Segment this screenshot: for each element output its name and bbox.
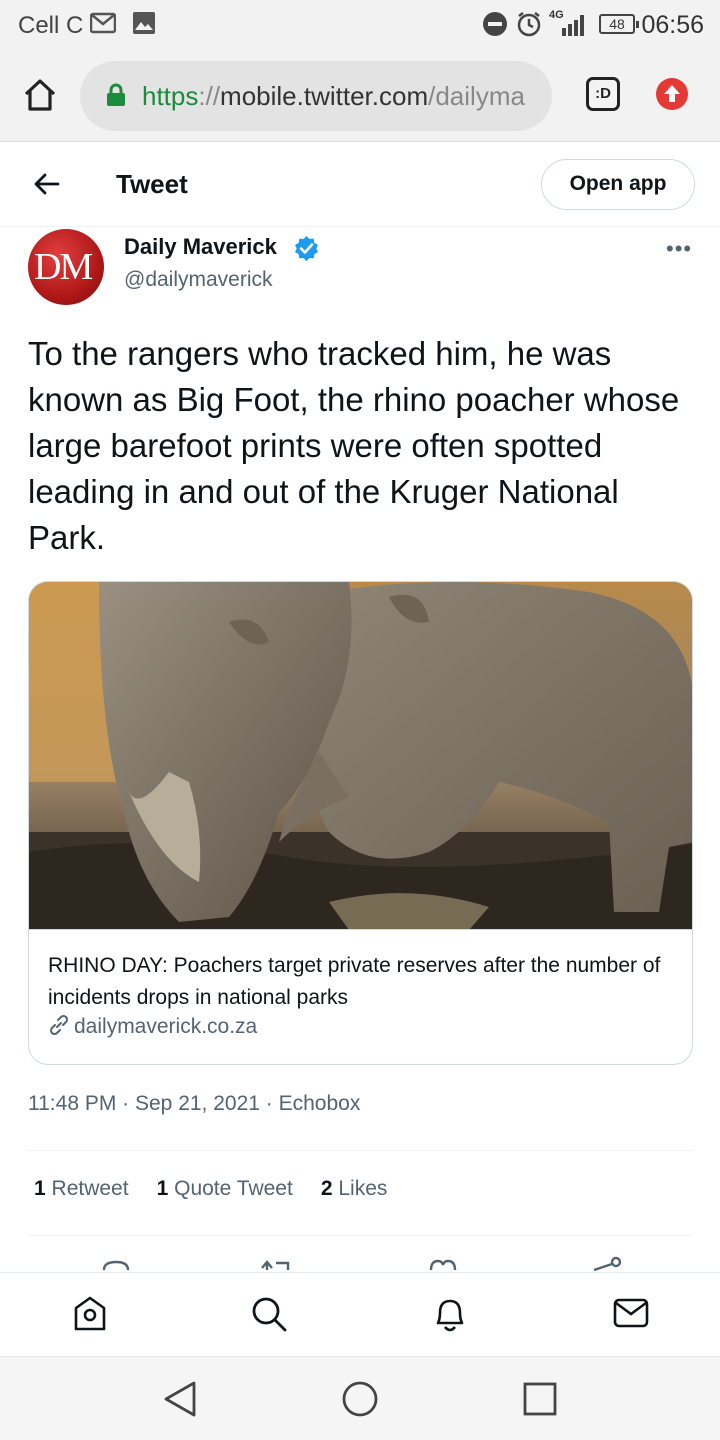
- tweet-actions: [0, 1256, 720, 1272]
- author-name[interactable]: Daily Maverick: [124, 234, 277, 260]
- search-icon[interactable]: [250, 1295, 288, 1338]
- page-title: Tweet: [116, 169, 188, 199]
- notifications-icon[interactable]: [432, 1295, 468, 1340]
- status-bar: Cell C 4G 48 06:56: [0, 0, 720, 50]
- retweet-icon[interactable]: [260, 1256, 294, 1272]
- messages-icon[interactable]: [612, 1295, 650, 1336]
- recents-square-icon[interactable]: [522, 1379, 558, 1424]
- retweets-count: 1: [34, 1177, 46, 1200]
- arrow-up-icon: [664, 85, 680, 102]
- retweets-label: Retweet: [51, 1177, 129, 1200]
- gallery-icon: [132, 11, 156, 40]
- card-title: RHINO DAY: Poachers target private reser…: [48, 954, 661, 1009]
- likes-stat[interactable]: 2 Likes: [321, 1177, 388, 1201]
- card-domain: dailymaverick.co.za: [74, 1015, 258, 1038]
- share-icon[interactable]: [592, 1256, 624, 1272]
- address-bar[interactable]: https://mobile.twitter.com/dailyma: [80, 61, 552, 131]
- clock: 06:56: [641, 11, 704, 39]
- home-icon[interactable]: [72, 1295, 108, 1338]
- card-domain-row: dailymaverick.co.za: [48, 1014, 257, 1042]
- tweet-header: Tweet Open app: [0, 143, 720, 227]
- browser-home-icon[interactable]: [22, 78, 58, 117]
- card-image-rhinos: [29, 582, 692, 930]
- system-navigation-bar: [0, 1356, 720, 1440]
- divider: [28, 1235, 692, 1236]
- back-arrow-icon[interactable]: [32, 169, 62, 204]
- quote-tweets-stat[interactable]: 1 Quote Tweet: [157, 1177, 293, 1201]
- more-options-icon[interactable]: •••: [666, 236, 692, 262]
- back-triangle-icon[interactable]: [162, 1379, 198, 1424]
- link-card[interactable]: RHINO DAY: Poachers target private reser…: [28, 581, 693, 1065]
- url-separator: ://: [198, 81, 221, 111]
- url-text: https://mobile.twitter.com/dailyma: [142, 81, 525, 112]
- url-path: /dailyma: [428, 81, 525, 111]
- lock-icon: [106, 83, 126, 112]
- engagement-stats: 1 Retweet 1 Quote Tweet 2 Likes: [34, 1177, 415, 1201]
- signal-icon: [562, 12, 588, 41]
- like-icon[interactable]: [427, 1256, 459, 1272]
- carrier-label: Cell C: [18, 12, 84, 39]
- tabs-button[interactable]: :D: [586, 77, 620, 111]
- update-button[interactable]: [656, 78, 688, 110]
- link-icon: [48, 1014, 70, 1042]
- avatar-logo-text: DM: [34, 246, 93, 288]
- home-circle-icon[interactable]: [341, 1379, 379, 1424]
- browser-toolbar: https://mobile.twitter.com/dailyma :D: [0, 50, 720, 142]
- avatar[interactable]: DM: [28, 229, 104, 305]
- likes-count: 2: [320, 1177, 333, 1200]
- quotes-label: Quote Tweet: [174, 1177, 293, 1200]
- alarm-icon: [516, 11, 542, 42]
- reply-icon[interactable]: [100, 1256, 132, 1272]
- url-scheme: https: [142, 81, 199, 111]
- tweet-timestamp[interactable]: 11:48 PM · Sep 21, 2021 · Echobox: [28, 1092, 360, 1116]
- tweet-text: To the rangers who tracked him, he was k…: [28, 335, 680, 556]
- url-host: mobile.twitter.com: [220, 81, 429, 111]
- dnd-icon: [482, 11, 508, 42]
- author-handle[interactable]: @dailymaverick: [124, 268, 273, 292]
- gmail-icon: [89, 11, 117, 40]
- bottom-navigation: [0, 1272, 720, 1356]
- open-app-button[interactable]: Open app: [541, 159, 695, 210]
- quotes-count: 1: [156, 1177, 169, 1200]
- verified-badge-icon: [293, 235, 320, 267]
- retweets-stat[interactable]: 1 Retweet: [34, 1177, 129, 1201]
- likes-label: Likes: [338, 1177, 388, 1200]
- battery-indicator: 48: [599, 14, 639, 34]
- divider: [28, 1150, 692, 1151]
